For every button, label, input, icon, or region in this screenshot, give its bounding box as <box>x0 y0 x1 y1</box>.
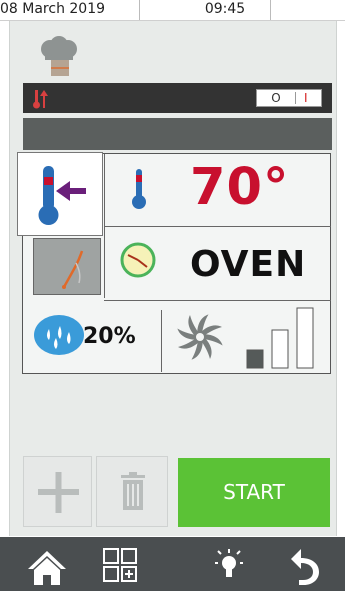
humidity-value[interactable]: 20% <box>83 322 136 352</box>
thermometer-arrow-icon <box>38 166 86 225</box>
chef-hat-icon[interactable] <box>39 36 79 80</box>
fan-icon[interactable] <box>175 312 225 362</box>
preheat-mode-button[interactable] <box>17 152 103 236</box>
fan-speed-level[interactable] <box>245 306 317 370</box>
temperature-value[interactable]: 70° <box>190 158 289 218</box>
clock-icon <box>120 242 156 278</box>
add-step-button[interactable] <box>23 456 92 527</box>
status-bar: 08 March 2019 09:45 <box>0 0 345 21</box>
power-toggle[interactable]: O I <box>256 89 322 107</box>
card-divider <box>104 226 331 227</box>
card-divider <box>104 300 331 301</box>
grid-add-icon[interactable] <box>100 537 140 591</box>
card-divider <box>161 310 162 372</box>
back-arrow-icon[interactable] <box>287 537 323 591</box>
fan-speed-bar-3 <box>296 307 314 369</box>
core-probe-icon <box>62 250 84 289</box>
plus-icon <box>38 472 79 513</box>
toggle-divider <box>295 92 296 104</box>
fan-speed-bar-2 <box>271 329 289 369</box>
core-probe-button[interactable] <box>33 238 101 295</box>
fan-speed-bar-1 <box>246 349 264 369</box>
humidity-drops-icon <box>34 315 84 355</box>
oven-control-screen: 08 March 2019 09:45 O I 70° OVEN 20% STA… <box>0 0 345 591</box>
bottom-nav <box>0 537 345 591</box>
delete-step-button[interactable] <box>96 456 168 527</box>
trash-icon <box>121 472 145 510</box>
status-date: 08 March 2019 <box>0 1 106 17</box>
toggle-on-label: I <box>304 91 308 105</box>
thermometer-icon <box>132 169 146 209</box>
start-button[interactable]: START <box>178 458 330 527</box>
cooking-mode-label[interactable]: OVEN <box>190 240 306 290</box>
program-name-bar[interactable] <box>23 118 332 150</box>
preheat-status-icon <box>33 90 48 109</box>
home-icon[interactable] <box>20 537 74 591</box>
status-time: 09:45 <box>204 1 246 17</box>
status-divider <box>270 0 271 20</box>
toggle-off-label: O <box>271 91 281 105</box>
status-divider <box>139 0 140 20</box>
header-bar: O I <box>23 83 332 113</box>
lightbulb-icon[interactable] <box>214 537 244 591</box>
